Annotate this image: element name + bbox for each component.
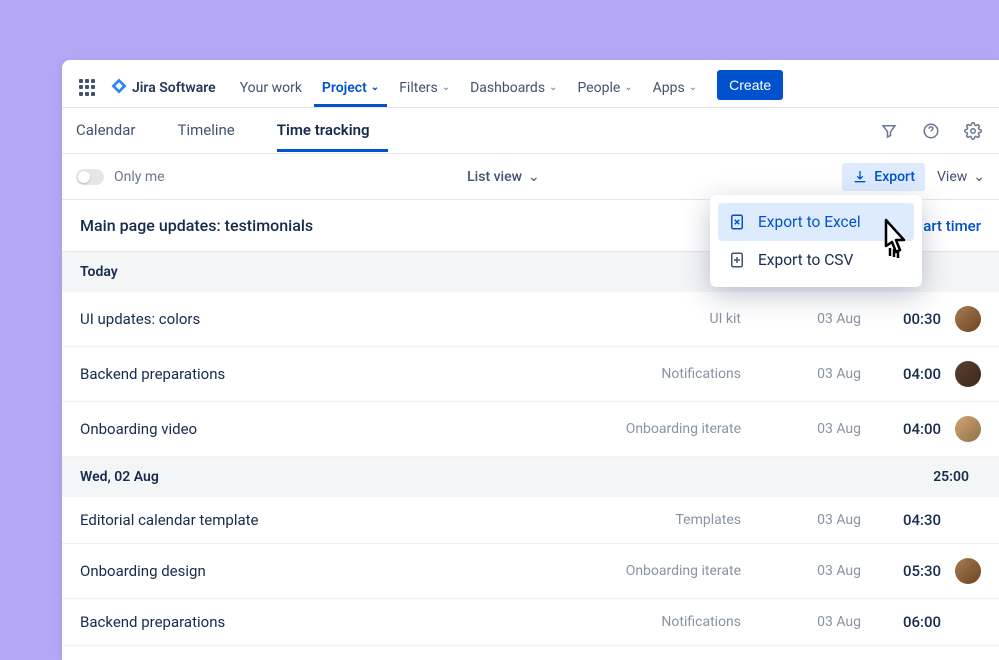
avatar[interactable] xyxy=(955,416,981,442)
entry-title: Onboarding design xyxy=(80,562,467,580)
nav-filters[interactable]: Filters⌄ xyxy=(391,68,458,107)
entry-title: Backend preparations xyxy=(80,365,467,383)
entry-avatar-cell xyxy=(941,306,981,332)
entry-date: 03 Aug xyxy=(781,366,861,382)
help-icon[interactable] xyxy=(919,119,943,143)
app-window: Jira Software Your work Project⌄ Filters… xyxy=(62,60,999,660)
entry-category: Notifications xyxy=(467,614,781,630)
chevron-down-icon: ⌄ xyxy=(689,82,697,93)
avatar[interactable] xyxy=(955,361,981,387)
chevron-down-icon: ⌄ xyxy=(528,169,540,185)
avatar[interactable] xyxy=(955,558,981,584)
nav-dashboards[interactable]: Dashboards⌄ xyxy=(462,68,565,107)
chevron-down-icon: ⌄ xyxy=(624,82,632,93)
chevron-down-icon: ⌄ xyxy=(371,82,379,93)
nav-people[interactable]: People⌄ xyxy=(569,68,640,107)
entry-title: Editorial calendar template xyxy=(80,511,467,529)
entry-duration: 04:00 xyxy=(861,365,941,383)
entry-avatar-cell xyxy=(941,361,981,387)
time-entry-row[interactable]: Backend preparationsNotifications03 Aug0… xyxy=(62,599,999,646)
entry-date: 03 Aug xyxy=(781,614,861,630)
avatar[interactable] xyxy=(955,306,981,332)
export-menu: Export to Excel Export to CSV xyxy=(710,195,922,287)
entry-duration: 04:00 xyxy=(861,420,941,438)
entry-category: UI kit xyxy=(467,311,781,327)
view-selector[interactable]: View ⌄ xyxy=(937,169,985,185)
section-header-wed: Wed, 02 Aug 25:00 xyxy=(62,457,999,497)
entry-category: Templates xyxy=(467,512,781,528)
settings-icon[interactable] xyxy=(961,119,985,143)
entry-duration: 05:30 xyxy=(861,562,941,580)
entry-title: Onboarding video xyxy=(80,420,467,438)
entry-category: Onboarding iterate xyxy=(467,421,781,437)
time-entry-row[interactable]: Onboarding videoOnboarding iterate03 Aug… xyxy=(62,402,999,457)
download-icon xyxy=(852,169,868,185)
brand-text: Jira Software xyxy=(132,80,216,96)
jira-logo[interactable]: Jira Software xyxy=(110,77,216,99)
chevron-down-icon: ⌄ xyxy=(549,82,557,93)
filter-icon[interactable] xyxy=(877,119,901,143)
entry-date: 03 Aug xyxy=(781,311,861,327)
entry-duration: 06:00 xyxy=(861,613,941,631)
main-task-title: Main page updates: testimonials xyxy=(80,216,738,235)
tab-time-tracking[interactable]: Time tracking xyxy=(277,109,388,152)
export-csv-item[interactable]: Export to CSV xyxy=(718,241,914,279)
section-label: Today xyxy=(80,264,118,280)
entry-duration: 04:30 xyxy=(861,511,941,529)
only-me-label: Only me xyxy=(114,169,165,185)
entry-date: 03 Aug xyxy=(781,421,861,437)
list-view-selector[interactable]: List view ⌄ xyxy=(467,169,540,185)
nav-items: Your work Project⌄ Filters⌄ Dashboards⌄ … xyxy=(232,68,705,107)
entry-duration: 00:30 xyxy=(861,310,941,328)
toolbar: Only me List view ⌄ Export View ⌄ xyxy=(62,154,999,200)
section-label: Wed, 02 Aug xyxy=(80,469,159,485)
entry-title: UI updates: colors xyxy=(80,310,467,328)
tab-calendar[interactable]: Calendar xyxy=(76,109,154,152)
start-timer-button[interactable]: art timer xyxy=(923,217,981,235)
entry-avatar-cell xyxy=(941,558,981,584)
nav-your-work[interactable]: Your work xyxy=(232,68,310,107)
excel-icon xyxy=(728,213,746,231)
entry-category: Onboarding iterate xyxy=(467,563,781,579)
time-entry-row[interactable]: Editorial calendar templateTemplates03 A… xyxy=(62,497,999,544)
nav-project[interactable]: Project⌄ xyxy=(314,68,387,107)
top-nav: Jira Software Your work Project⌄ Filters… xyxy=(62,60,999,108)
csv-icon xyxy=(728,251,746,269)
entry-avatar-cell xyxy=(941,416,981,442)
entry-date: 03 Aug xyxy=(781,512,861,528)
section-total: 25:00 xyxy=(933,469,969,485)
export-excel-item[interactable]: Export to Excel xyxy=(718,203,914,241)
only-me-toggle[interactable] xyxy=(76,169,104,185)
sub-tabs: Calendar Timeline Time tracking xyxy=(62,108,999,154)
chevron-down-icon: ⌄ xyxy=(973,169,985,185)
time-entry-row[interactable]: UI updates: colorsUI kit03 Aug00:30 xyxy=(62,292,999,347)
time-entry-row[interactable]: Backend preparationsNotifications03 Aug0… xyxy=(62,347,999,402)
entry-title: Backend preparations xyxy=(80,613,467,631)
entry-date: 03 Aug xyxy=(781,563,861,579)
export-button[interactable]: Export xyxy=(842,163,925,191)
entry-category: Notifications xyxy=(467,366,781,382)
nav-apps[interactable]: Apps⌄ xyxy=(645,68,705,107)
app-launcher-icon[interactable] xyxy=(76,76,100,100)
time-entry-row[interactable]: Onboarding designOnboarding iterate03 Au… xyxy=(62,544,999,599)
jira-logo-icon xyxy=(110,77,128,99)
create-button[interactable]: Create xyxy=(717,70,783,100)
chevron-down-icon: ⌄ xyxy=(442,82,450,93)
tab-timeline[interactable]: Timeline xyxy=(178,109,253,152)
